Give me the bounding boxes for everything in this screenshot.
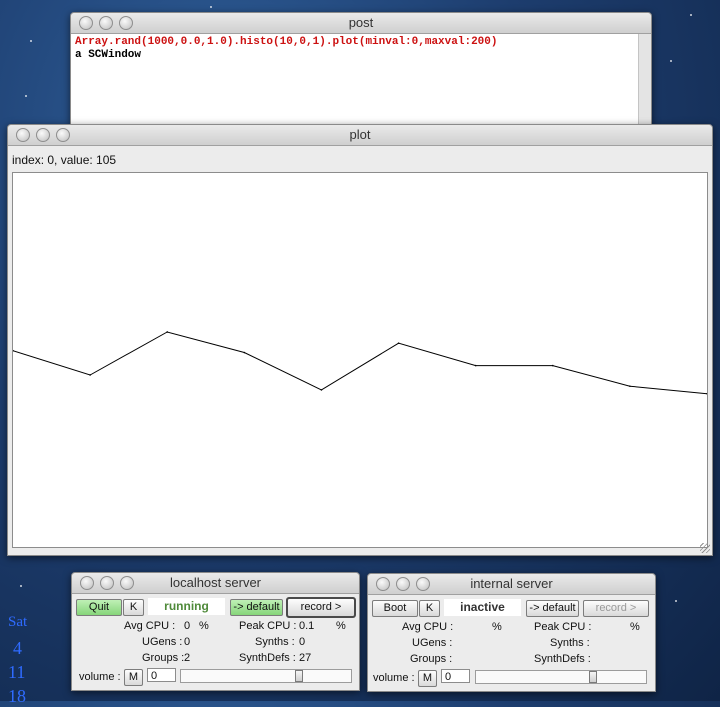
volume-slider[interactable] (475, 670, 647, 684)
status-display: running (148, 598, 225, 615)
avg-cpu-label: Avg CPU : (124, 620, 176, 632)
resize-grip-icon[interactable] (700, 543, 710, 553)
kill-button[interactable]: K (419, 600, 440, 617)
ugens-value: 0 (184, 636, 191, 648)
default-server-button[interactable]: -> default (230, 599, 283, 616)
data-point (706, 392, 708, 395)
data-point (397, 342, 400, 344)
line-plot (12, 331, 708, 395)
calendar-date: 4 (13, 638, 22, 658)
post-scrollbar[interactable] (638, 34, 651, 125)
volume-number-field[interactable]: 0 (441, 669, 470, 683)
window-title: internal server (470, 576, 553, 591)
quit-button[interactable]: Quit (76, 599, 122, 616)
post-line-code: Array.rand(1000,0.0,1.0).histo(10,0,1).p… (75, 36, 498, 48)
post-line-output: a SCWindow (75, 49, 142, 61)
window-title: localhost server (169, 575, 262, 590)
calendar-day: Sat (8, 614, 28, 630)
ugens-label: UGens : (412, 637, 453, 649)
peak-cpu-value: 0.1 (299, 620, 315, 632)
avg-cpu-unit: % (492, 621, 502, 633)
plot-area[interactable] (12, 172, 708, 548)
peak-cpu-unit: % (630, 621, 640, 633)
data-point (320, 389, 323, 391)
data-point (629, 385, 631, 387)
synths-label: Synths : (550, 637, 590, 649)
data-point (474, 364, 477, 367)
window-title: plot (349, 127, 371, 142)
internal-titlebar[interactable]: internal server (368, 574, 655, 595)
volume-label: volume : (79, 671, 121, 683)
mute-button[interactable]: M (124, 669, 143, 686)
peak-cpu-unit: % (336, 620, 346, 632)
groups-label: Groups : (142, 652, 185, 664)
status-display: inactive (444, 599, 521, 616)
groups-value: 2 (184, 652, 191, 664)
volume-slider-knob[interactable] (295, 670, 303, 682)
avg-cpu-value: 0 (184, 620, 191, 632)
record-button[interactable]: record > (286, 597, 356, 618)
data-point (166, 331, 169, 333)
plot-titlebar[interactable]: plot (8, 125, 712, 146)
peak-cpu-label: Peak CPU : (534, 621, 592, 633)
default-server-button[interactable]: -> default (526, 600, 579, 617)
boot-button[interactable]: Boot (372, 600, 418, 617)
volume-label: volume : (373, 672, 415, 684)
post-text-area[interactable]: Array.rand(1000,0.0,1.0).histo(10,0,1).p… (71, 34, 639, 125)
mute-button[interactable]: M (418, 670, 437, 687)
groups-label: Groups : (410, 653, 453, 665)
volume-number-field[interactable]: 0 (147, 668, 176, 682)
internal-server-window: internal server Boot K inactive -> defau… (367, 573, 656, 692)
post-titlebar[interactable]: post (71, 13, 651, 34)
localhost-titlebar[interactable]: localhost server (72, 573, 359, 594)
volume-slider[interactable] (180, 669, 352, 683)
synthdefs-value: 27 (299, 652, 312, 664)
data-point (551, 364, 554, 367)
localhost-server-window: localhost server Quit K running -> defau… (71, 572, 360, 691)
avg-cpu-unit: % (199, 620, 209, 632)
synthdefs-label: SynthDefs : (534, 653, 591, 665)
post-window: post Array.rand(1000,0.0,1.0).histo(10,0… (70, 12, 652, 126)
synths-value: 0 (299, 636, 306, 648)
record-button[interactable]: record > (583, 600, 649, 617)
avg-cpu-label: Avg CPU : (402, 621, 454, 633)
ugens-label: UGens : (142, 636, 183, 648)
calendar-date: 18 (8, 686, 26, 706)
plot-window: plot index: 0, value: 105 (7, 124, 713, 556)
volume-slider-knob[interactable] (589, 671, 597, 683)
data-point (243, 351, 246, 354)
index-value-label: index: 0, value: 105 (12, 153, 117, 167)
window-title: post (348, 15, 374, 30)
data-point (89, 374, 91, 376)
synthdefs-label: SynthDefs : (239, 652, 296, 664)
synths-label: Synths : (255, 636, 295, 648)
calendar-date: 11 (8, 662, 26, 682)
peak-cpu-label: Peak CPU : (239, 620, 297, 632)
kill-button[interactable]: K (123, 599, 144, 616)
series-line (12, 331, 708, 395)
